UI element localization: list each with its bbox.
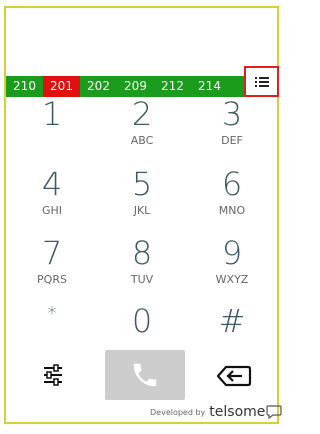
developed-by-text: Developed by xyxy=(150,407,206,417)
key-letters: MNO xyxy=(218,204,246,217)
key-6[interactable]: 6 MNO xyxy=(187,166,277,232)
key-letters: GHI xyxy=(41,204,63,217)
key-digit: * xyxy=(47,303,57,324)
key-2[interactable]: 2 ABC xyxy=(97,96,187,162)
number-display[interactable] xyxy=(8,8,277,76)
key-7[interactable]: 7 PQRS xyxy=(7,235,97,301)
key-letters: TUV xyxy=(130,273,154,286)
footer: Developed by telsome xyxy=(150,402,283,422)
key-digit: 7 xyxy=(41,234,63,272)
extension-bar: 210 201 202 209 212 214 xyxy=(6,76,277,97)
list-button[interactable] xyxy=(244,66,279,97)
key-digit: 8 xyxy=(131,234,153,272)
list-icon xyxy=(254,76,269,87)
key-1[interactable]: 1 xyxy=(7,96,97,162)
settings-button[interactable] xyxy=(40,362,66,388)
backspace-button[interactable] xyxy=(216,364,252,388)
key-digit: 5 xyxy=(131,165,153,203)
extension-201[interactable]: 201 xyxy=(43,76,80,97)
key-letters: PQRS xyxy=(37,273,67,286)
key-letters: WXYZ xyxy=(215,273,249,286)
call-button[interactable] xyxy=(105,350,185,400)
key-digit: 1 xyxy=(41,95,63,133)
backspace-icon xyxy=(216,365,252,387)
extension-212[interactable]: 212 xyxy=(154,76,191,97)
key-8[interactable]: 8 TUV xyxy=(97,235,187,301)
action-bar xyxy=(4,350,275,402)
key-digit: 9 xyxy=(221,234,243,272)
key-letters: ABC xyxy=(130,134,154,147)
key-digit: 4 xyxy=(41,165,63,203)
brand-logo: telsome xyxy=(209,404,265,420)
key-digit: 6 xyxy=(221,165,243,203)
key-4[interactable]: 4 GHI xyxy=(7,166,97,232)
extension-210[interactable]: 210 xyxy=(6,76,43,97)
phone-icon xyxy=(133,363,157,387)
key-digit: 0 xyxy=(131,302,153,340)
extension-214[interactable]: 214 xyxy=(191,76,228,97)
key-9[interactable]: 9 WXYZ xyxy=(187,235,277,301)
chat-bubble-icon xyxy=(266,405,283,419)
key-3[interactable]: 3 DEF xyxy=(187,96,277,162)
extension-209[interactable]: 209 xyxy=(117,76,154,97)
key-5[interactable]: 5 JKL xyxy=(97,166,187,232)
key-digit: 3 xyxy=(221,95,243,133)
brand-name: telsome xyxy=(209,404,266,420)
key-digit: 2 xyxy=(131,95,153,133)
key-letters: DEF xyxy=(221,134,243,147)
key-letters: JKL xyxy=(133,204,151,217)
key-digit: # xyxy=(218,302,246,340)
sliders-icon xyxy=(44,364,62,386)
extension-202[interactable]: 202 xyxy=(80,76,117,97)
